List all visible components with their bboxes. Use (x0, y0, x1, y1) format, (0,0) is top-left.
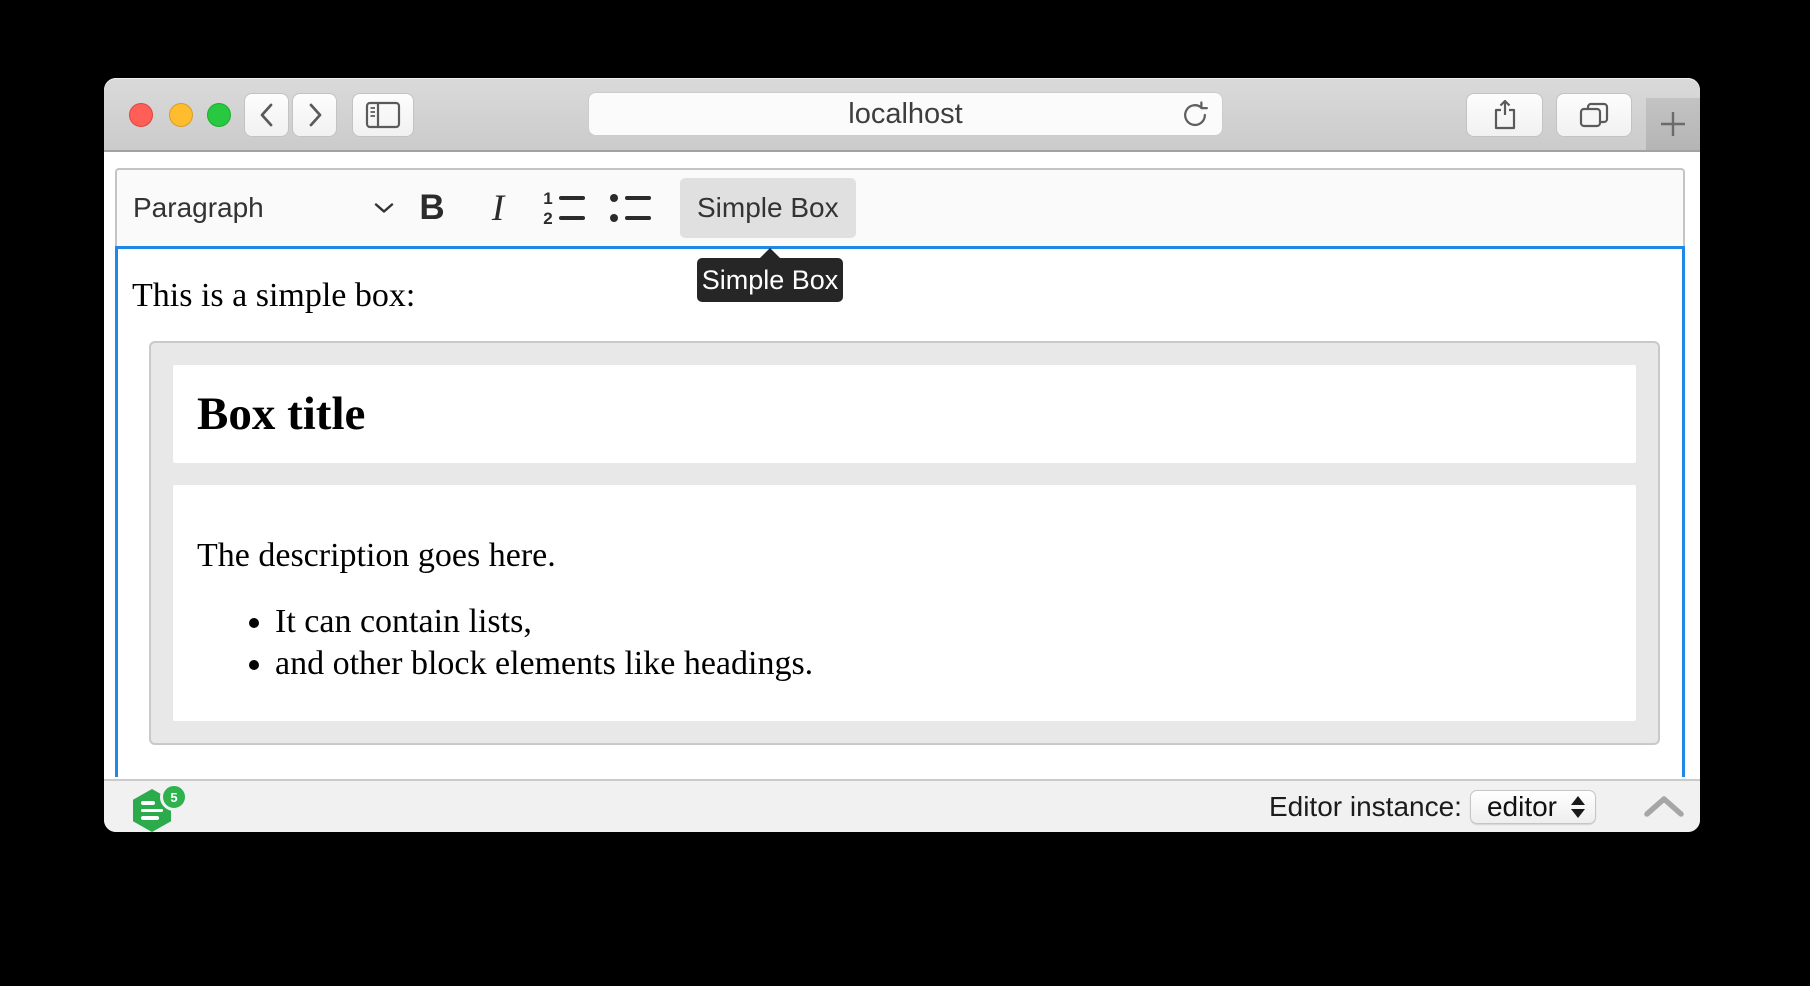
editor-instance-label: Editor instance: (1269, 791, 1462, 823)
simple-box-title-area[interactable]: Box title (173, 365, 1636, 463)
editor-instance-select[interactable]: editor (1470, 790, 1596, 824)
tab-overview-button[interactable] (1556, 93, 1632, 137)
web-page: Paragraph B I 1 2 (104, 152, 1700, 777)
simple-box-button-label: Simple Box (697, 192, 839, 224)
share-icon (1489, 98, 1521, 132)
reload-button[interactable] (1180, 100, 1210, 135)
selected-instance: editor (1487, 791, 1557, 823)
description-list: It can contain lists, and other block el… (197, 601, 1612, 685)
list-item[interactable]: and other block elements like headings. (275, 643, 1612, 685)
list-item[interactable]: It can contain lists, (275, 601, 1612, 643)
description-paragraph[interactable]: The description goes here. (197, 533, 1612, 579)
zoom-window-button[interactable] (207, 103, 231, 127)
new-tab-button[interactable] (1646, 98, 1700, 150)
chevron-up-icon (1643, 795, 1685, 819)
box-title-heading[interactable]: Box title (197, 391, 365, 438)
italic-button[interactable]: I (470, 180, 526, 236)
sidebar-icon (364, 100, 402, 130)
ckeditor: Paragraph B I 1 2 (115, 168, 1685, 777)
browser-toolbar: localhost (104, 78, 1700, 152)
sidebar-toggle-button[interactable] (352, 93, 414, 137)
address-bar[interactable]: localhost (588, 92, 1223, 136)
close-window-button[interactable] (129, 103, 153, 127)
heading-dropdown[interactable]: Paragraph (133, 180, 394, 236)
minimize-window-button[interactable] (169, 103, 193, 127)
simple-box-tooltip: Simple Box (697, 258, 843, 302)
numbered-list-icon: 1 2 (543, 192, 585, 224)
url-text: localhost (848, 98, 962, 131)
heading-dropdown-label: Paragraph (133, 192, 264, 224)
safari-window: localhost (104, 78, 1700, 832)
chevron-down-icon (374, 202, 394, 214)
version-badge: 5 (160, 783, 188, 811)
editor-toolbar: Paragraph B I 1 2 (115, 168, 1685, 246)
bold-icon: B (419, 188, 444, 228)
bulleted-list-button[interactable] (602, 180, 658, 236)
simple-box-button[interactable]: Simple Box (680, 178, 856, 238)
numbered-list-button[interactable]: 1 2 (536, 180, 592, 236)
editor-editable-area[interactable]: This is a simple box: Box title The desc… (115, 246, 1685, 777)
simple-box-description-area[interactable]: The description goes here. It can contai… (173, 485, 1636, 721)
forward-button[interactable] (292, 93, 337, 137)
back-button[interactable] (244, 93, 289, 137)
bulleted-list-icon (609, 192, 651, 224)
reload-icon (1180, 100, 1210, 130)
tooltip-arrow-icon (759, 248, 781, 259)
sample-footer-bar: 5 Editor instance: editor (104, 779, 1700, 832)
tabs-icon (1577, 100, 1611, 130)
chevron-right-icon (306, 102, 324, 128)
stepper-icon (1571, 796, 1585, 818)
collapse-console-button[interactable] (1642, 792, 1686, 822)
desktop-background: { "browser": { "url": "localhost", "traf… (0, 0, 1810, 986)
history-nav-group (244, 93, 337, 137)
italic-icon: I (492, 187, 504, 230)
ckeditor-logo[interactable]: 5 (128, 786, 188, 832)
simple-box-widget[interactable]: Box title The description goes here. It … (149, 341, 1660, 745)
plus-icon (1657, 108, 1689, 140)
bold-button[interactable]: B (404, 180, 460, 236)
tooltip-text: Simple Box (702, 265, 839, 296)
chevron-left-icon (258, 102, 276, 128)
intro-paragraph[interactable]: This is a simple box: (132, 273, 1672, 319)
share-button[interactable] (1466, 93, 1543, 137)
